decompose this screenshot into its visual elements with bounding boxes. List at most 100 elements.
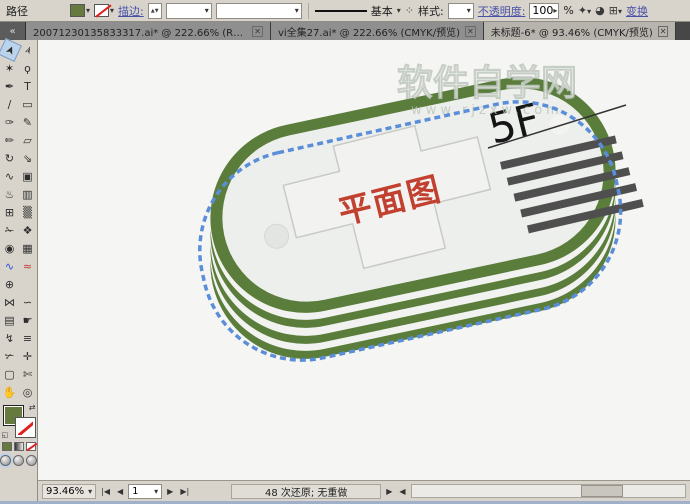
chevron-down-icon: ▾	[295, 6, 299, 15]
measure-eyedropper-tool[interactable]: ✃	[1, 347, 19, 365]
screen-mode-full-button[interactable]	[26, 455, 37, 466]
stroke-none-swatch[interactable]	[16, 418, 35, 437]
eyedropper-tool[interactable]: ✁	[1, 221, 19, 239]
slice-tool[interactable]: ✄	[19, 365, 37, 383]
swap-fill-stroke-icon[interactable]: ⇄	[29, 403, 36, 412]
close-icon[interactable]: ✕	[465, 26, 476, 37]
pen-tool[interactable]: ✒	[1, 77, 19, 95]
tools-grid: ➤➢✶ϙ✒T∕▭✑✎✏▱↻⇘∿▣♨▥⊞▒✁❖◉▦∿≈⊕⋈∽▤☛↯≡✃✛▢✄✋◎	[1, 41, 37, 401]
stroke-none-swatch[interactable]	[94, 4, 109, 17]
paintbrush-tool[interactable]: ✑	[1, 113, 19, 131]
last-artboard-button[interactable]: ▶|	[178, 487, 191, 496]
status-bar: 93.46% ▾ |◀ ◀ 1 ▾ ▶ ▶| 48 次还原; 无重做 ▶ ◀	[38, 480, 690, 501]
distort-envelope-tool[interactable]: ⋈	[1, 293, 19, 311]
tab-label: 20071230135833317.ai* @ 222.66% (RGB/预览)	[33, 24, 247, 39]
stroke-color-control[interactable]: ▾	[94, 4, 114, 17]
effects-icon[interactable]: ✦▾	[578, 4, 591, 17]
warp-tool[interactable]: ∿	[1, 167, 19, 185]
none-button[interactable]	[26, 442, 36, 451]
document-tab[interactable]: 未标题-6* @ 93.46% (CMYK/预览)✕	[484, 22, 677, 40]
document-tab[interactable]: 20071230135833317.ai* @ 222.66% (RGB/预览)…	[26, 22, 271, 40]
artwork-canvas[interactable]: 平面图 5F 软件自学网 www.rjzxw.com	[38, 40, 690, 480]
mesh-grid-tool[interactable]: ▤	[1, 311, 19, 329]
screen-mode-normal-button[interactable]	[0, 455, 11, 466]
type-tool[interactable]: T	[19, 77, 37, 95]
wave-distort-tool[interactable]: ∽	[19, 293, 37, 311]
gradient-button[interactable]	[14, 442, 24, 451]
selection-type-label: 路径	[6, 3, 28, 19]
crop-area-tool[interactable]: ▢	[1, 365, 19, 383]
horizontal-scrollbar[interactable]	[411, 484, 687, 498]
style-label: 样式:	[418, 3, 444, 19]
blend-tool[interactable]: ❖	[19, 221, 37, 239]
color-button[interactable]	[2, 442, 12, 451]
document-tab[interactable]: vi全集27.ai* @ 222.66% (CMYK/预览)✕	[271, 22, 484, 40]
list-options-tool[interactable]: ≡	[19, 329, 37, 347]
fill-color-control[interactable]: ▾	[70, 4, 90, 17]
brush-options-icon[interactable]: ⁘	[405, 4, 414, 17]
zoom-tool[interactable]: ◎	[19, 383, 37, 401]
live-paint-bucket-tool[interactable]: ◉	[1, 239, 19, 257]
symbol-sprayer-tool[interactable]: ♨	[1, 185, 19, 203]
document-tab-bar: « 20071230135833317.ai* @ 222.66% (RGB/预…	[0, 22, 690, 40]
measure-tool[interactable]: ✛	[19, 347, 37, 365]
panel-collapse-button[interactable]: «	[0, 22, 26, 40]
chevron-down-icon[interactable]: ▾	[86, 6, 90, 15]
path-scribble-tool[interactable]: ∿	[1, 257, 19, 275]
hand-tool[interactable]: ✋	[1, 383, 19, 401]
horizontal-scrollbar-thumb[interactable]	[581, 485, 623, 497]
chevron-down-icon[interactable]: ▾	[110, 6, 114, 15]
prev-artboard-button[interactable]: ◀	[115, 487, 125, 496]
scale-tool[interactable]: ⇘	[19, 149, 37, 167]
artboard-target-tool[interactable]: ⊕	[1, 275, 19, 293]
live-paint-selection-tool[interactable]: ▦	[19, 239, 37, 257]
variable-width-dropdown[interactable]: ▾	[216, 3, 302, 19]
default-fill-stroke-icon[interactable]: ◱	[2, 431, 9, 439]
blob-brush-tool[interactable]: ✏	[1, 131, 19, 149]
pencil-tool[interactable]: ✎	[19, 113, 37, 131]
zoom-level-value: 93.46%	[46, 486, 84, 497]
status-next-icon[interactable]: ▶	[384, 487, 394, 496]
stroke-link[interactable]: 描边:	[118, 3, 144, 19]
paint-mode-row	[2, 442, 36, 451]
brush-definition-label: 基本	[371, 3, 393, 19]
rectangle-tool[interactable]: ▭	[19, 95, 37, 113]
artboard-number-value: 1	[132, 486, 138, 497]
options-grid-icon[interactable]: ⊞▾	[609, 4, 622, 17]
screen-mode-menu-button[interactable]	[13, 455, 24, 466]
zigzag-tool[interactable]: ↯	[1, 329, 19, 347]
mesh-tool[interactable]: ⊞	[1, 203, 19, 221]
spacer[interactable]	[19, 275, 37, 293]
style-dropdown[interactable]: ▾	[448, 3, 474, 19]
chevron-down-icon: ▾	[205, 6, 209, 15]
magic-wand-tool[interactable]: ✶	[1, 59, 19, 77]
status-prev-icon[interactable]: ◀	[397, 487, 407, 496]
page-tool[interactable]: ☛	[19, 311, 37, 329]
stroke-weight-dropdown[interactable]: ▾	[166, 3, 212, 19]
free-transform-tool[interactable]: ▣	[19, 167, 37, 185]
gradient-tool[interactable]: ▒	[19, 203, 37, 221]
next-artboard-button[interactable]: ▶	[165, 487, 175, 496]
eraser-tool[interactable]: ▱	[19, 131, 37, 149]
collapse-arrows-icon: «	[9, 26, 15, 37]
chevron-down-icon[interactable]: ▾	[397, 6, 401, 15]
artboard-number-dropdown[interactable]: 1 ▾	[128, 484, 162, 499]
stroke-weight-stepper[interactable]: ▲▼	[148, 3, 162, 19]
tab-strip: 20071230135833317.ai* @ 222.66% (RGB/预览)…	[26, 22, 676, 40]
recolor-artwork-icon[interactable]: ◕	[595, 4, 605, 17]
close-icon[interactable]: ✕	[658, 26, 669, 37]
undo-status-box: 48 次还原; 无重做	[231, 484, 381, 499]
zoom-level-dropdown[interactable]: 93.46% ▾	[42, 484, 96, 499]
line-segment-tool[interactable]: ∕	[1, 95, 19, 113]
fill-color-swatch[interactable]	[70, 4, 85, 17]
transform-link[interactable]: 变换	[626, 3, 648, 19]
column-graph-tool[interactable]: ▥	[19, 185, 37, 203]
opacity-input[interactable]: 100 ▸	[529, 3, 559, 19]
stepper-arrow-icon[interactable]: ▸	[553, 6, 557, 15]
opacity-link[interactable]: 不透明度:	[478, 3, 526, 19]
lasso-tool[interactable]: ϙ	[19, 59, 37, 77]
rotate-tool[interactable]: ↻	[1, 149, 19, 167]
first-artboard-button[interactable]: |◀	[99, 487, 112, 496]
close-icon[interactable]: ✕	[252, 26, 263, 37]
color-curves-tool[interactable]: ≈	[19, 257, 37, 275]
